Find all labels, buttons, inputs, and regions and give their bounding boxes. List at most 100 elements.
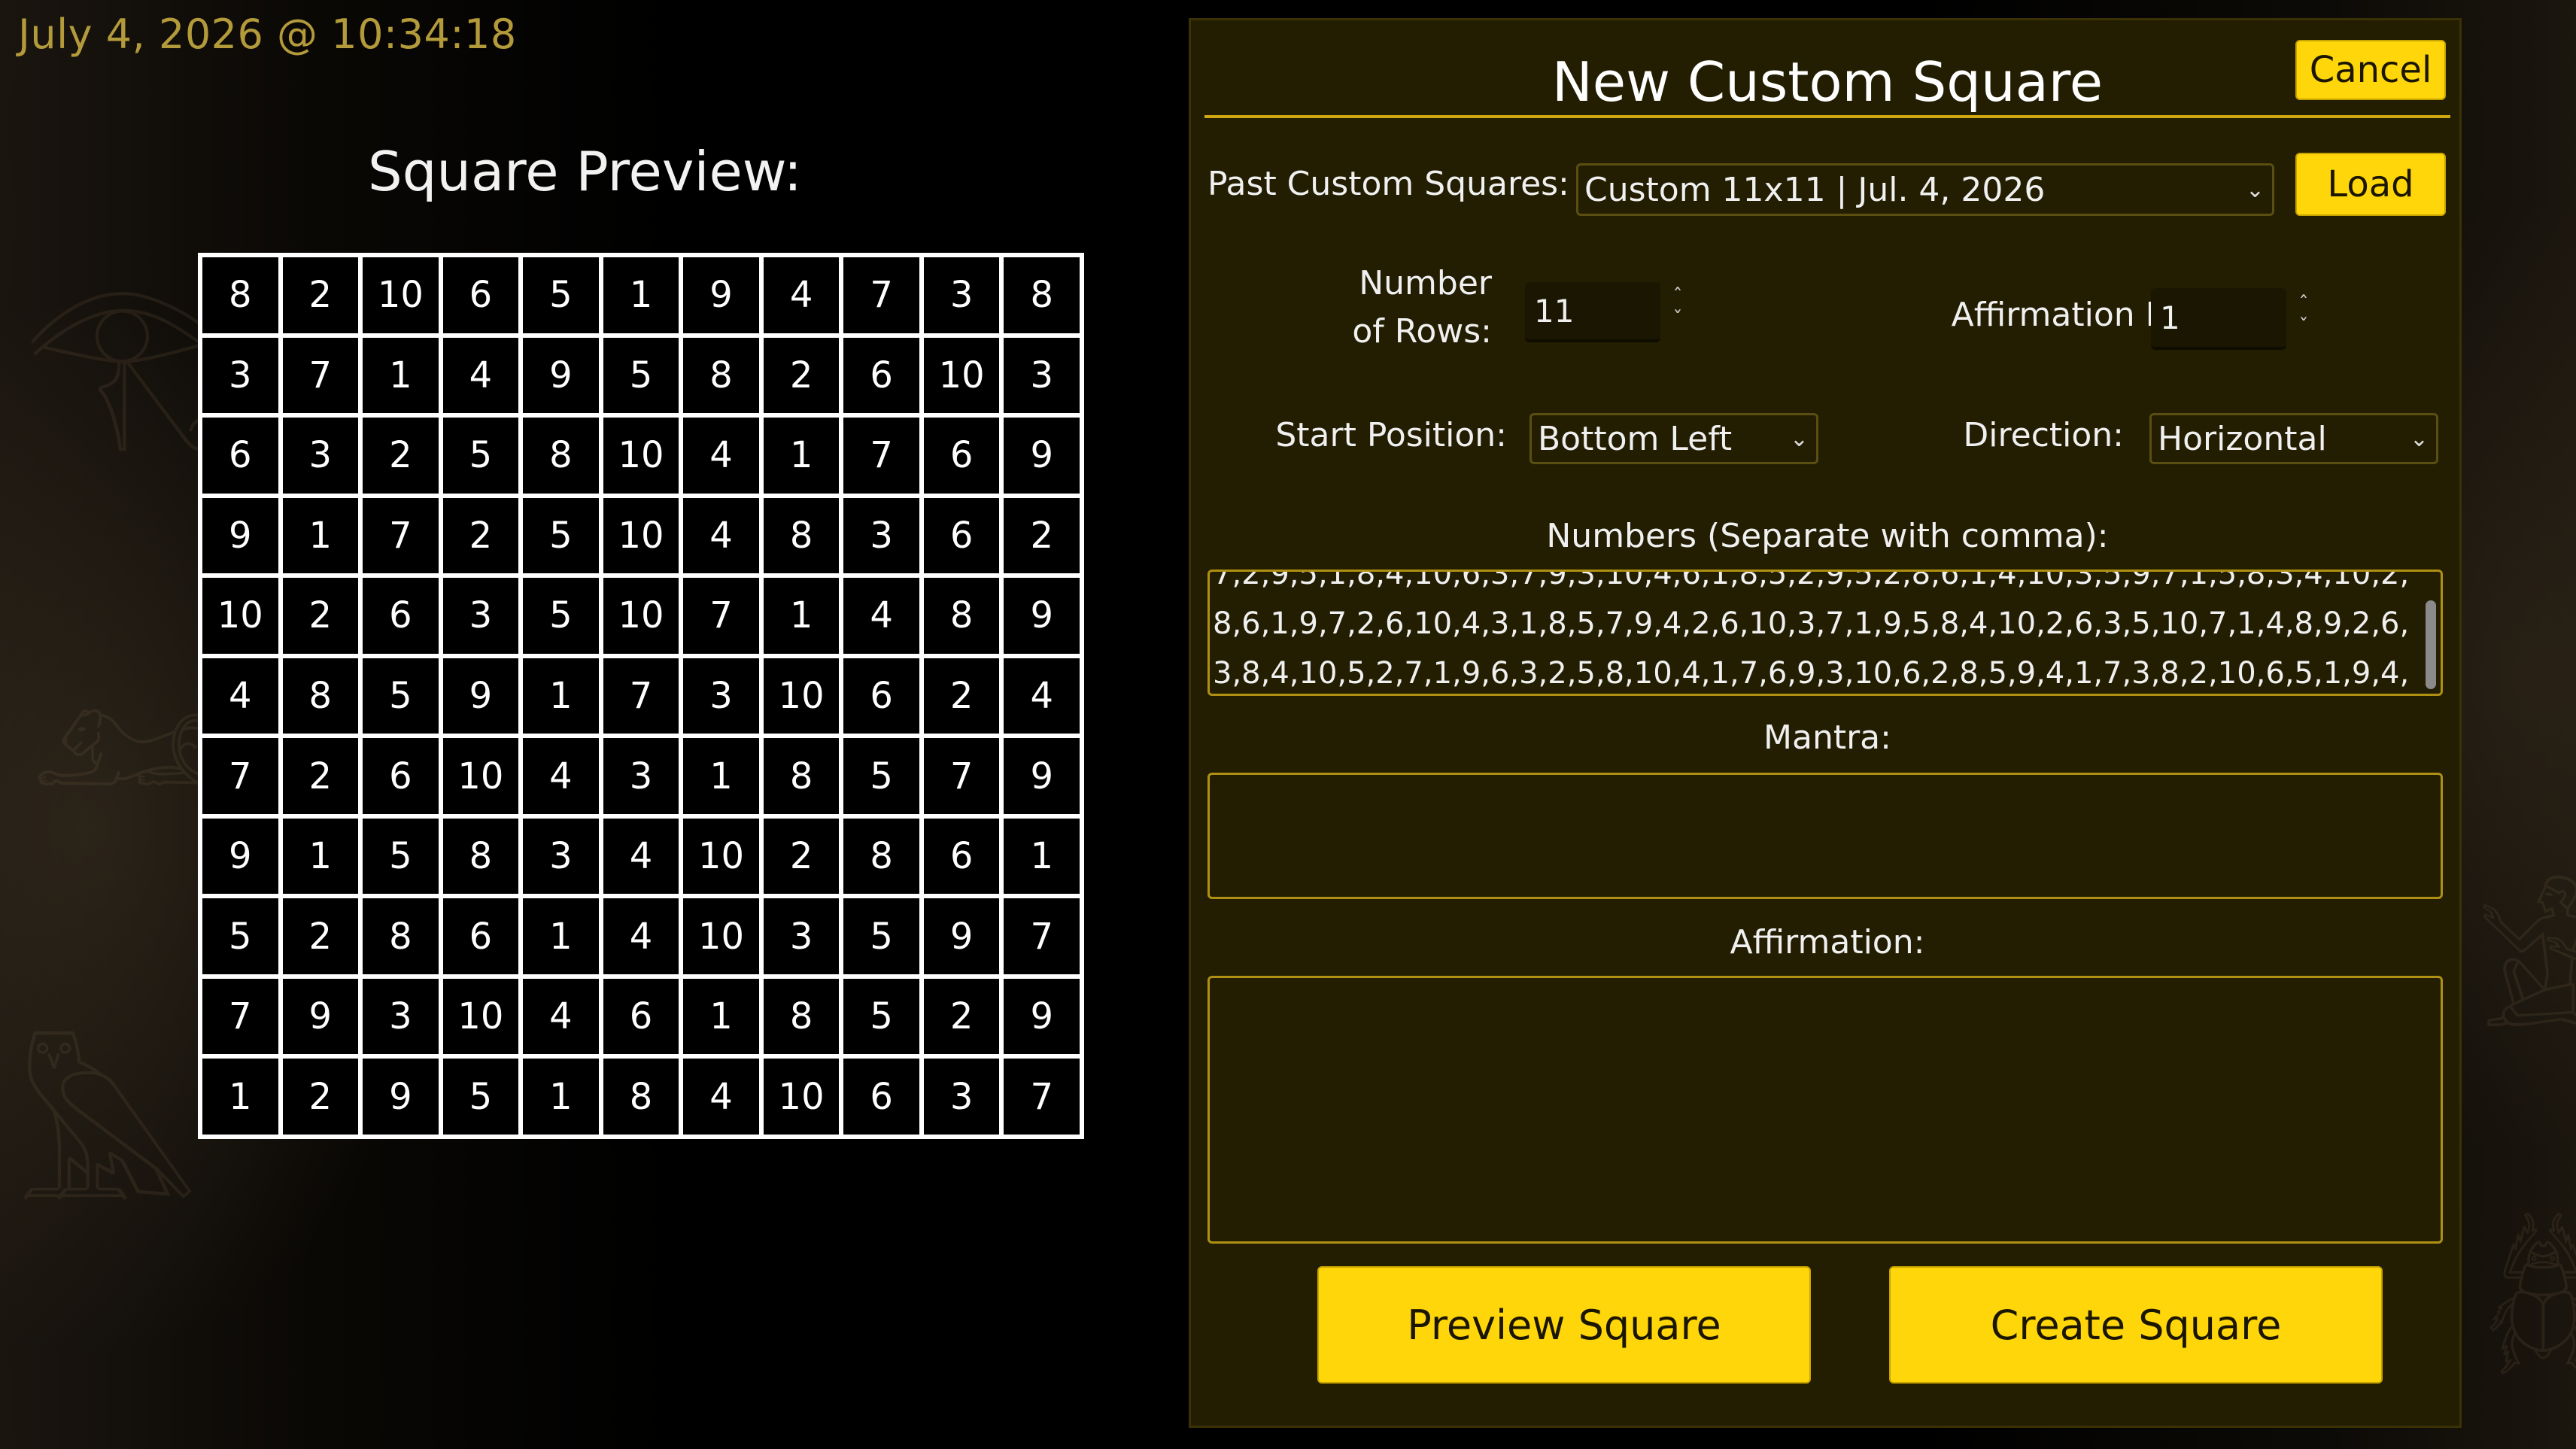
grid-cell: 10 [603, 418, 679, 494]
direction-label: Direction: [1963, 416, 2124, 454]
numbers-label: Numbers (Separate with comma): [1546, 517, 2109, 555]
grid-cell: 1 [523, 1059, 599, 1135]
grid-cell: 6 [363, 738, 439, 814]
direction-select[interactable]: Horizontal ⌄ [2149, 413, 2438, 464]
load-button[interactable]: Load [2295, 153, 2446, 216]
grid-cell: 7 [363, 497, 439, 574]
grid-cell: 5 [843, 898, 919, 974]
grid-cell: 7 [282, 337, 359, 414]
grid-cell: 9 [442, 658, 519, 734]
grid-cell: 2 [923, 658, 1000, 734]
datetime-display: July 4, 2026 @ 10:34:18 [18, 11, 517, 58]
grid-cell: 9 [683, 257, 759, 333]
grid-cell: 1 [763, 418, 840, 494]
grid-cell: 4 [442, 337, 519, 414]
chevron-down-icon: ⌄ [2245, 176, 2265, 203]
reps-spinner-arrows-icon[interactable]: ˆˇ [2292, 293, 2315, 338]
grid-cell: 1 [202, 1059, 278, 1135]
grid-cell: 10 [442, 978, 519, 1055]
grid-cell: 6 [442, 898, 519, 974]
grid-cell: 3 [923, 257, 1000, 333]
grid-cell: 1 [282, 497, 359, 574]
rows-label-line2: of Rows: [1352, 312, 1492, 351]
reps-input[interactable]: 1 [2151, 288, 2286, 350]
grid-cell: 9 [363, 1059, 439, 1135]
grid-cell: 3 [1004, 337, 1080, 414]
preview-square-button[interactable]: Preview Square [1317, 1266, 1811, 1384]
grid-cell: 9 [1004, 578, 1080, 654]
grid-cell: 4 [843, 578, 919, 654]
grid-cell: 8 [523, 418, 599, 494]
grid-cell: 6 [923, 418, 1000, 494]
past-squares-selected: Custom 11x11 | Jul. 4, 2026 [1584, 170, 2046, 209]
chevron-down-icon: ⌄ [2409, 425, 2429, 452]
grid-cell: 7 [923, 738, 1000, 814]
grid-cell: 9 [202, 818, 278, 895]
grid-cell: 10 [202, 578, 278, 654]
grid-cell: 6 [923, 818, 1000, 895]
rows-label: Number of Rows: [1311, 260, 1492, 356]
create-square-button[interactable]: Create Square [1889, 1266, 2383, 1384]
grid-cell: 3 [282, 418, 359, 494]
mantra-textarea[interactable] [1208, 773, 2443, 899]
grid-cell: 1 [1004, 818, 1080, 895]
grid-cell: 5 [523, 497, 599, 574]
cancel-button[interactable]: Cancel [2295, 40, 2446, 100]
grid-cell: 1 [763, 578, 840, 654]
grid-cell: 6 [843, 1059, 919, 1135]
grid-cell: 6 [923, 497, 1000, 574]
grid-cell: 2 [282, 738, 359, 814]
grid-cell: 9 [1004, 418, 1080, 494]
affirmation-label: Affirmation: [1730, 923, 1925, 961]
grid-cell: 4 [523, 738, 599, 814]
grid-cell: 8 [282, 658, 359, 734]
grid-cell: 8 [202, 257, 278, 333]
grid-cell: 4 [603, 818, 679, 895]
chevron-down-icon: ⌄ [1789, 425, 1809, 452]
past-squares-label: Past Custom Squares: [1208, 165, 1569, 203]
past-squares-select[interactable]: Custom 11x11 | Jul. 4, 2026 ⌄ [1576, 163, 2274, 216]
grid-cell: 5 [843, 978, 919, 1055]
numbers-scrollbar[interactable] [2426, 600, 2436, 689]
grid-cell: 6 [603, 978, 679, 1055]
grid-cell: 2 [363, 418, 439, 494]
grid-cell: 9 [1004, 738, 1080, 814]
grid-cell: 9 [202, 497, 278, 574]
grid-cell: 4 [683, 497, 759, 574]
grid-cell: 2 [282, 257, 359, 333]
grid-cell: 4 [683, 418, 759, 494]
grid-cell: 1 [363, 337, 439, 414]
rows-spinner-arrows-icon[interactable]: ˆˇ [1666, 285, 1689, 330]
grid-cell: 8 [763, 738, 840, 814]
grid-cell: 3 [202, 337, 278, 414]
rows-label-line1: Number [1359, 264, 1492, 302]
preview-title: Square Preview: [368, 140, 802, 203]
grid-cell: 4 [523, 978, 599, 1055]
square-preview-grid: 8 2 10 6 5 1 9 4 7 3 8 3 7 1 4 9 5 8 2 6 10 3 6 3 2 5 8 10 4 1 7 6 9 9 1 7 2… [198, 253, 1084, 1139]
affirmation-textarea[interactable] [1208, 976, 2443, 1244]
numbers-textarea[interactable]: 7,2,9,5,1,8,4,10,6,3,7,9,3,10,4,6,1,8,5,… [1208, 570, 2443, 696]
grid-cell: 3 [363, 978, 439, 1055]
grid-cell: 5 [523, 578, 599, 654]
app-screen: 𓂀 𓃭 𓅓 𓀀 𓆣 July 4, 2026 @ 10:34:18 Square… [0, 0, 2576, 1449]
grid-cell: 2 [923, 978, 1000, 1055]
rows-input[interactable]: 11 [1525, 282, 1660, 342]
grid-cell: 5 [363, 818, 439, 895]
start-position-selected: Bottom Left [1538, 419, 1733, 458]
numbers-text: 7,2,9,5,1,8,4,10,6,3,7,9,3,10,4,6,1,8,5,… [1213, 570, 2410, 691]
grid-cell: 2 [442, 497, 519, 574]
grid-cell: 8 [1004, 257, 1080, 333]
grid-cell: 10 [603, 497, 679, 574]
grid-cell: 5 [603, 337, 679, 414]
grid-cell: 2 [763, 337, 840, 414]
grid-cell: 10 [363, 257, 439, 333]
grid-cell: 3 [763, 898, 840, 974]
grid-cell: 5 [442, 418, 519, 494]
grid-cell: 1 [523, 658, 599, 734]
panel-title: New Custom Square [1551, 50, 2104, 114]
grid-cell: 7 [843, 418, 919, 494]
grid-cell: 10 [763, 658, 840, 734]
start-position-select[interactable]: Bottom Left ⌄ [1530, 413, 1818, 464]
grid-cell: 1 [683, 738, 759, 814]
grid-cell: 7 [683, 578, 759, 654]
